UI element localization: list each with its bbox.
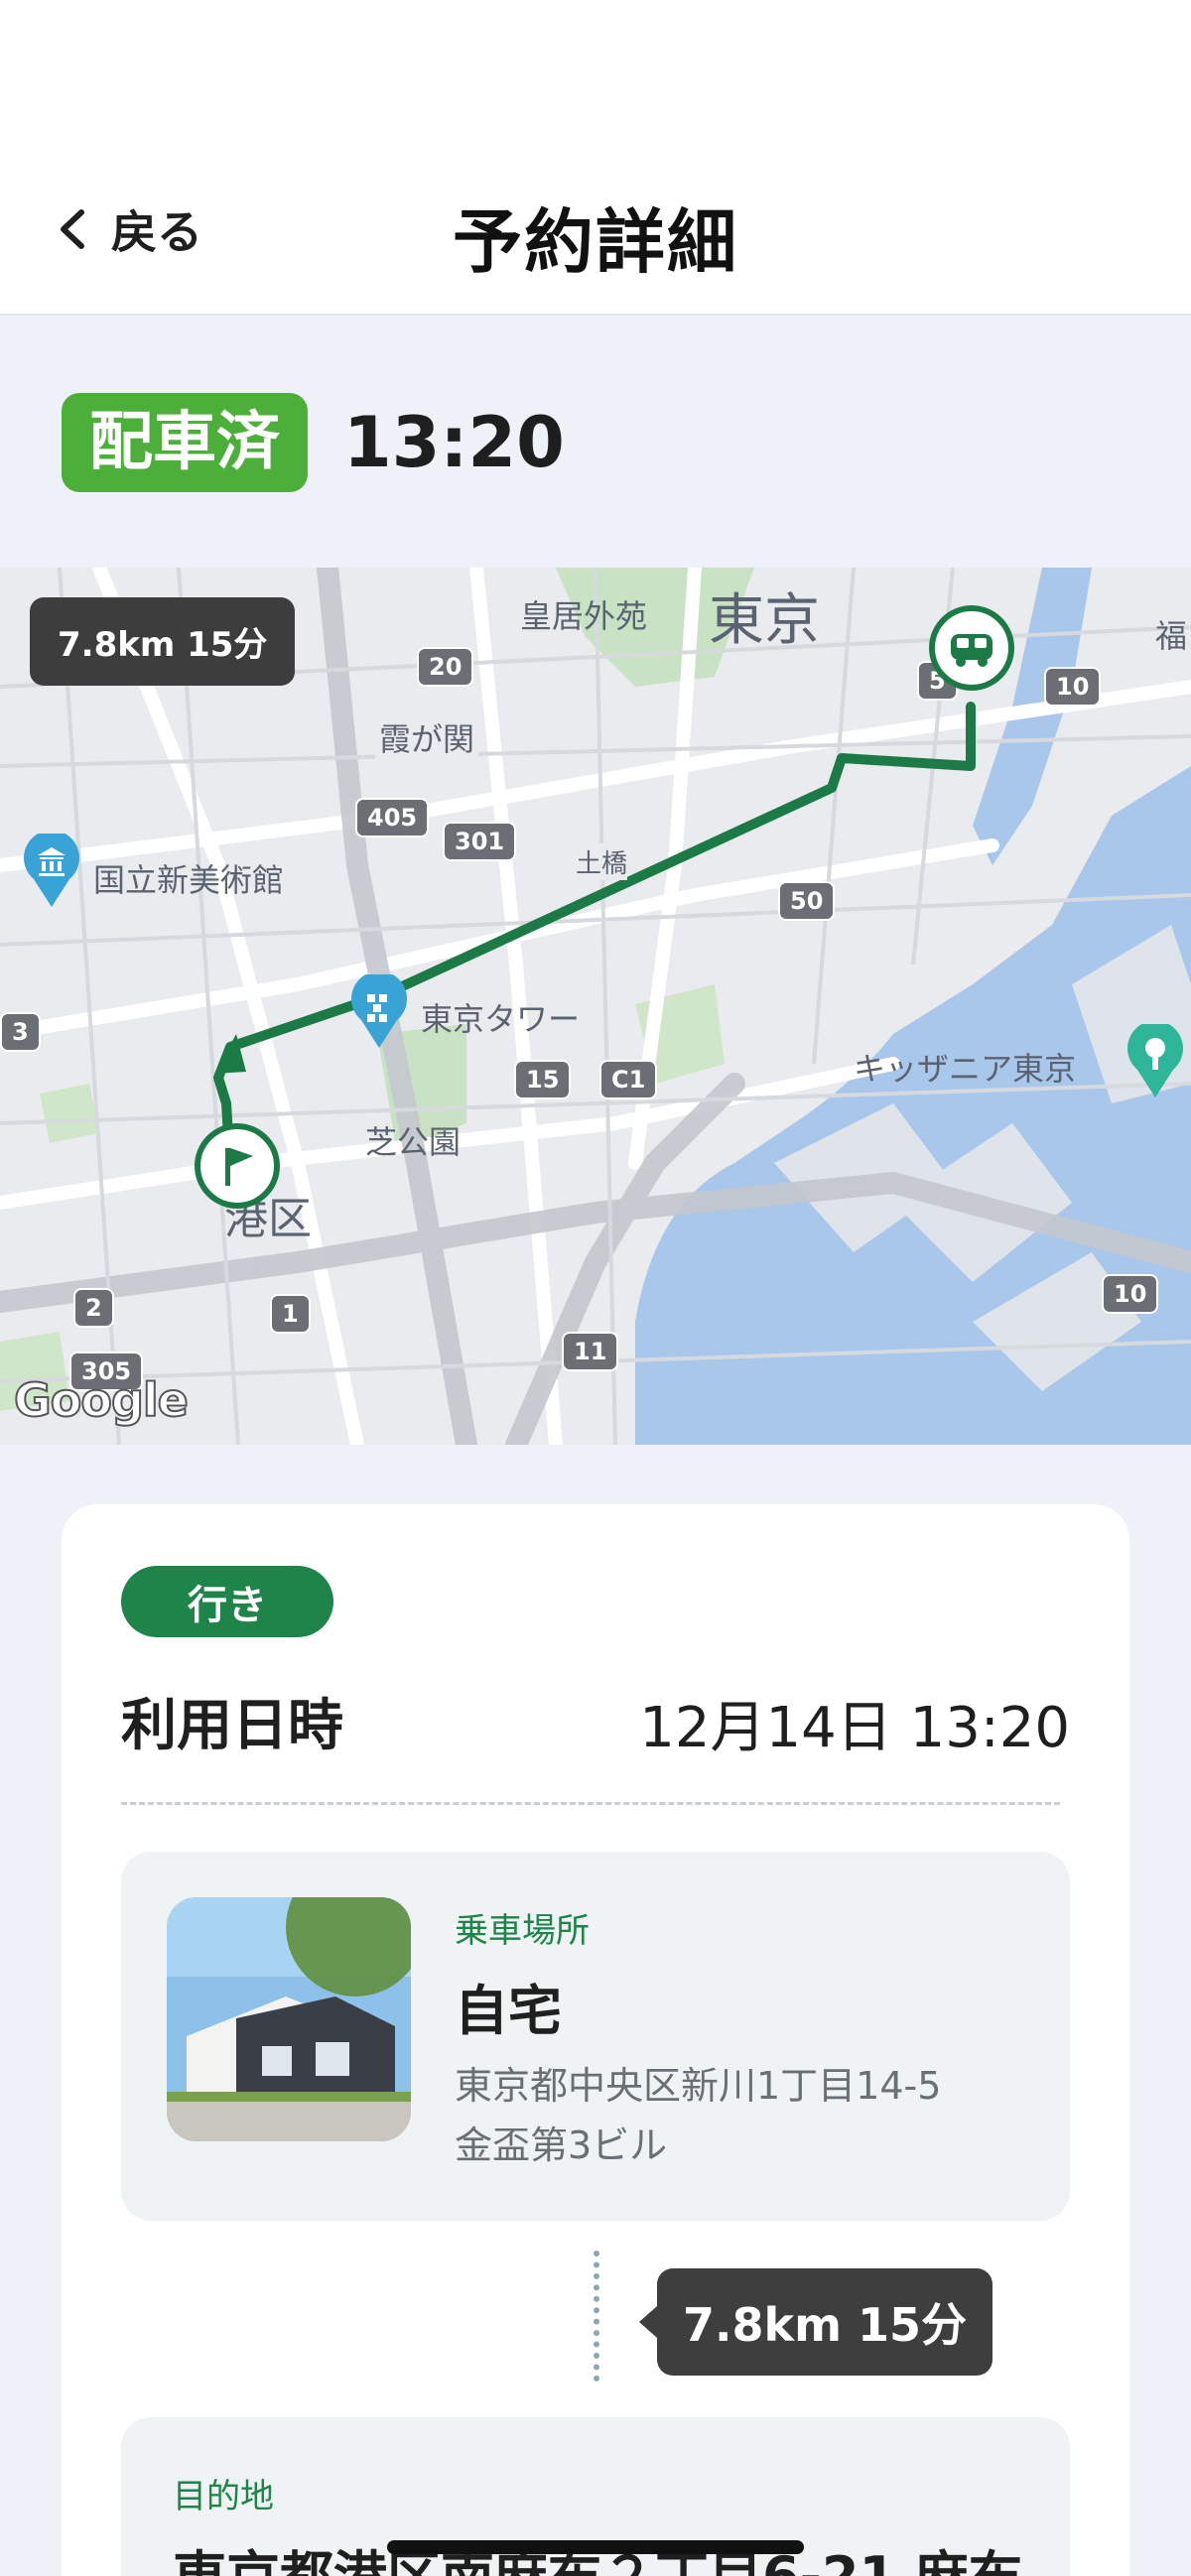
museum-icon bbox=[24, 834, 79, 907]
route-shield: 10 bbox=[1102, 1274, 1159, 1314]
status-badge: 配車済 bbox=[62, 393, 308, 492]
route-shield: 405 bbox=[355, 798, 430, 837]
map-label-kidzania: キッザニア東京 bbox=[854, 1050, 1077, 1088]
destination-address: 東京都港区南麻布２丁目6-21 麻布 bbox=[173, 2532, 1022, 2576]
pickup-location-card[interactable]: 乗車場所 自宅 東京都中央区新川1丁目14-5 金盃第3ビル bbox=[121, 1852, 1070, 2221]
google-logo: Google bbox=[13, 1372, 190, 1428]
map-label-doboshi: 土橋 bbox=[576, 843, 628, 880]
map-label-shiba: 芝公園 bbox=[365, 1123, 462, 1161]
map-label-tokyo: 東京 bbox=[709, 588, 820, 653]
destination-kind-label: 目的地 bbox=[173, 2477, 274, 2516]
trip-detail-card: 行き 利用日時 12月14日 13:20 乗車場所 自宅 東京都中央区新川1丁目… bbox=[62, 1504, 1129, 2576]
status-time: 13:20 bbox=[343, 402, 565, 483]
segment-distance-chip: 7.8km 15分 bbox=[638, 2268, 993, 2376]
pickup-name: 自宅 bbox=[455, 1980, 562, 2042]
route-shield: 10 bbox=[1044, 667, 1102, 707]
map-distance-chip: 7.8km 15分 bbox=[30, 597, 296, 686]
datetime-label: 利用日時 bbox=[121, 1694, 343, 1758]
route-shield: C1 bbox=[599, 1060, 658, 1099]
pickup-address-line1: 東京都中央区新川1丁目14-5 bbox=[455, 2064, 942, 2108]
map-label-kasumigaseki: 霞が関 bbox=[375, 714, 479, 760]
route-shield: 301 bbox=[443, 822, 517, 861]
pickup-kind-label: 乗車場所 bbox=[455, 1911, 590, 1951]
pickup-address: 東京都中央区新川1丁目14-5 金盃第3ビル bbox=[455, 2056, 941, 2175]
route-shield: 11 bbox=[562, 1332, 619, 1371]
map-label-tower: 東京タワー bbox=[421, 1000, 581, 1038]
route-shield: 3 bbox=[0, 1012, 41, 1052]
route-shield: 2 bbox=[73, 1288, 114, 1328]
top-bar: 戻る 予約詳細 bbox=[0, 0, 1191, 316]
route-shield: 1 bbox=[270, 1294, 311, 1334]
map-label-kokyo: 皇居外苑 bbox=[520, 597, 648, 635]
map-label-museum: 国立新美術館 bbox=[93, 861, 285, 899]
divider bbox=[121, 1802, 1060, 1805]
map-base bbox=[0, 568, 1191, 1445]
route-shield: 15 bbox=[514, 1060, 572, 1099]
direction-tag: 行き bbox=[121, 1566, 333, 1637]
tower-icon bbox=[351, 974, 407, 1048]
route-connector bbox=[594, 2251, 599, 2382]
status-row: 配車済 13:20 bbox=[62, 379, 565, 506]
destination-flag-pin-icon[interactable] bbox=[195, 1123, 280, 1209]
route-shield: 50 bbox=[778, 881, 836, 921]
pickup-photo bbox=[167, 1897, 411, 2141]
pickup-address-line2: 金盃第3ビル bbox=[455, 2124, 668, 2167]
map-label-fuku: 福 bbox=[1155, 617, 1188, 655]
datetime-value: 12月14日 13:20 bbox=[639, 1696, 1070, 1760]
route-shield: 20 bbox=[417, 647, 474, 687]
route-map[interactable]: 7.8km 15分 皇居外苑 東京 霞が関 土橋 国立新美術館 東京タワー キッ… bbox=[0, 568, 1191, 1445]
pickup-car-pin-icon[interactable] bbox=[929, 605, 1014, 691]
page-title: 予約詳細 bbox=[453, 201, 738, 283]
home-indicator[interactable] bbox=[387, 2540, 804, 2554]
kidzania-icon bbox=[1127, 1024, 1183, 1097]
